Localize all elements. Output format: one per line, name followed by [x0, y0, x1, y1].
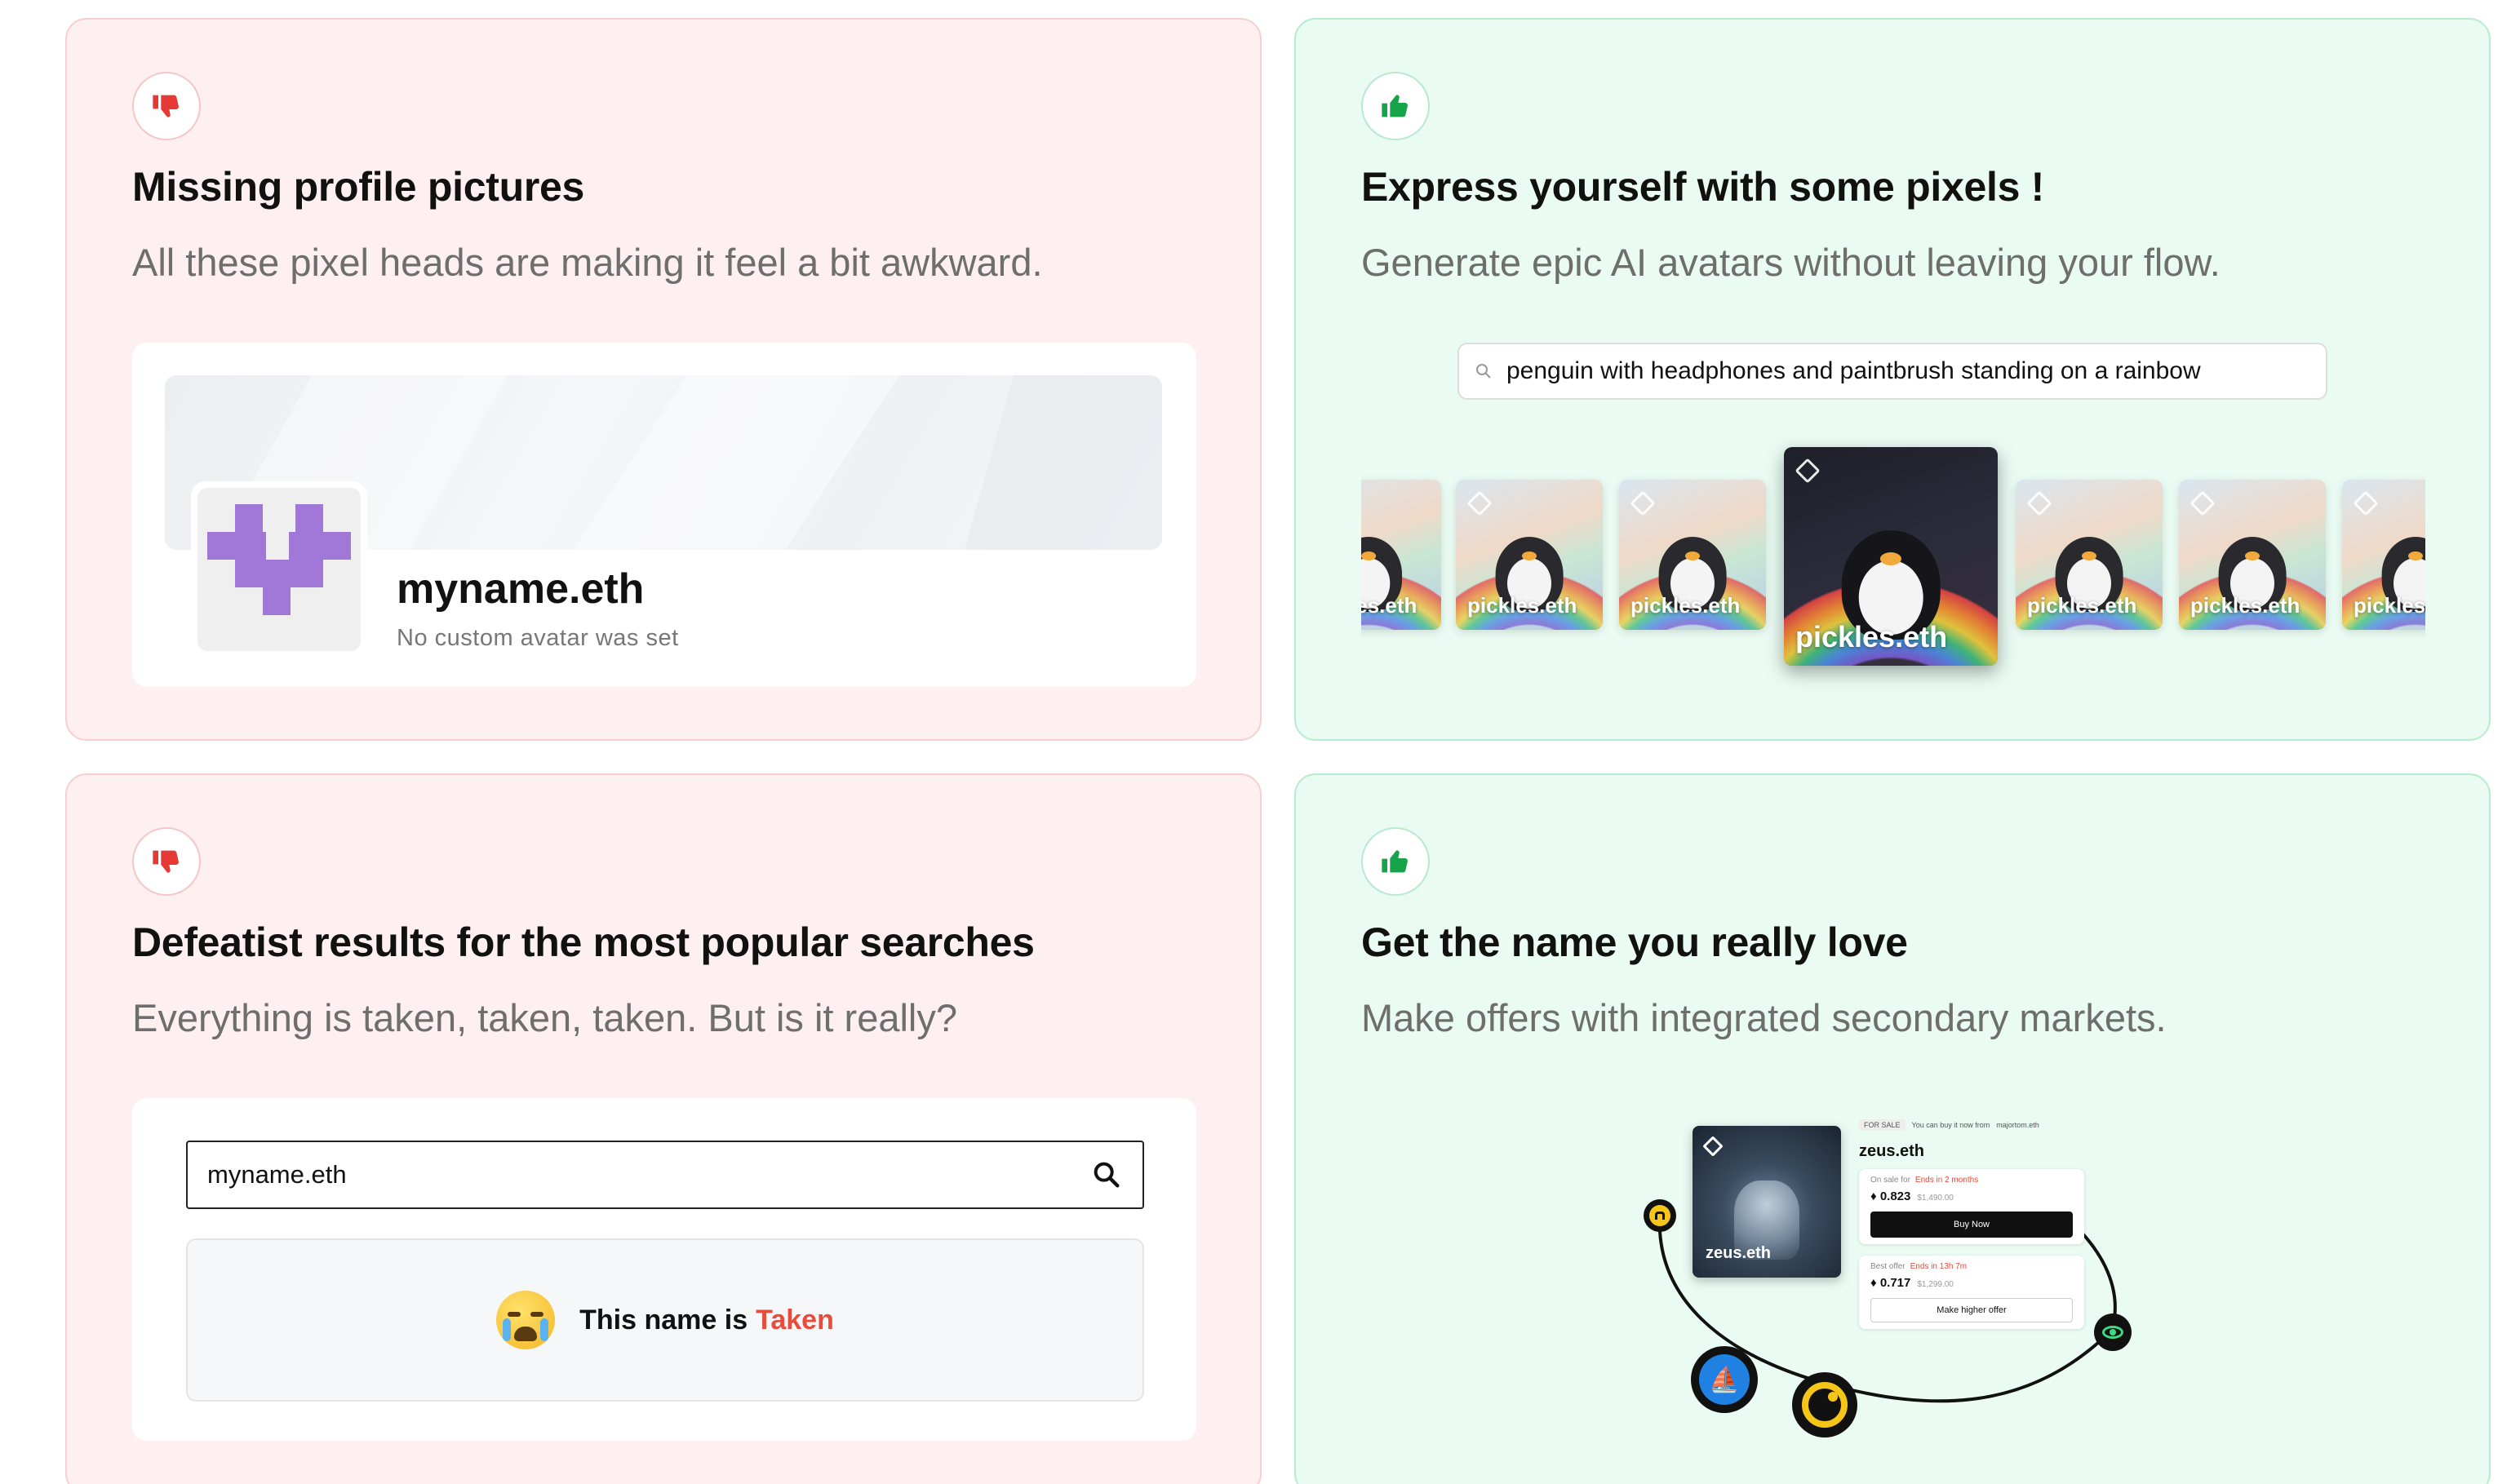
for-sale-tag: FOR SALE [1859, 1119, 1906, 1131]
card-express-yourself: Express yourself with some pixels ! Gene… [1294, 18, 2491, 741]
prompt-text: penguin with headphones and paintbrush s… [1506, 357, 2201, 384]
profile-name: myname.eth [397, 565, 645, 613]
marketplace-illustration: zeus.eth FOR SALE You can buy it now fro… [1622, 1110, 2132, 1460]
result-status: Taken [756, 1304, 834, 1336]
market-logo-eye-icon[interactable] [2094, 1313, 2132, 1351]
market-logo-yellow-icon[interactable] [1644, 1199, 1676, 1232]
avatar-label: pickles.eth [1361, 593, 1418, 618]
avatar-label: pickles.eth [2027, 593, 2137, 618]
nft-label: zeus.eth [1706, 1244, 1772, 1262]
card-subtitle: Generate epic AI avatars without leaving… [1361, 241, 2221, 284]
search-icon[interactable] [1090, 1158, 1123, 1191]
avatar-option[interactable]: pickles.eth [2016, 480, 2163, 630]
avatar-label: pickles.eth [1467, 593, 1577, 618]
avatar-option[interactable]: pickles.eth [2179, 480, 2326, 630]
card-title: Defeatist results for the most popular s… [132, 919, 1035, 965]
eth-icon: ♦ [1870, 1276, 1880, 1290]
thumbs-down-icon [132, 827, 201, 896]
sale-price: 0.823 [1879, 1189, 1911, 1203]
profile-preview: myname.eth No custom avatar was set [132, 343, 1196, 687]
search-preview: myname.eth This name is Taken [132, 1098, 1196, 1441]
thumbs-up-icon [1361, 72, 1430, 140]
avatar-label: pickles.eth [2354, 593, 2425, 618]
avatar-option-selected[interactable]: pickles.eth [1784, 447, 1998, 666]
card-missing-profile: Missing profile pictures All these pixel… [65, 18, 1262, 741]
eth-icon: ♦ [1870, 1189, 1880, 1203]
card-defeatist-results: Defeatist results for the most popular s… [65, 773, 1262, 1484]
offer-label: Best offer [1870, 1262, 1906, 1271]
make-offer-button[interactable]: Make higher offer [1870, 1298, 2073, 1322]
card-title: Missing profile pictures [132, 164, 585, 210]
avatar-carousel: pickles.eth pickles.eth pickles.eth pick… [1361, 411, 2425, 705]
avatar [191, 481, 367, 658]
offer-price: 0.717 [1879, 1276, 1911, 1290]
avatar-option[interactable]: pickles.eth [2342, 480, 2425, 630]
market-logo-ring-icon[interactable] [1792, 1372, 1857, 1437]
opensea-icon[interactable]: ⛵ [1691, 1346, 1758, 1413]
card-get-name: Get the name you really love Make offers… [1294, 773, 2491, 1484]
avatar-option[interactable]: pickles.eth [1456, 480, 1603, 630]
thumbs-up-icon [1361, 827, 1430, 896]
search-icon [1476, 364, 1491, 379]
prompt-input[interactable]: penguin with headphones and paintbrush s… [1457, 343, 2327, 400]
result-text: This name is [579, 1304, 748, 1336]
search-result: This name is Taken [186, 1238, 1144, 1402]
pixel-avatar-icon [197, 488, 361, 651]
offer-ends: Ends in 13h 7m [1910, 1262, 1968, 1271]
avatar-option[interactable]: pickles.eth [1619, 480, 1766, 630]
search-input[interactable]: myname.eth [186, 1141, 1144, 1209]
seller-name[interactable]: majortom.eth [1996, 1121, 2039, 1129]
card-subtitle: Everything is taken, taken, taken. But i… [132, 996, 958, 1039]
card-title: Express yourself with some pixels ! [1361, 164, 2045, 210]
offer-box: Best offer Ends in 13h 7m ♦ 0.717 $1,299.0… [1859, 1256, 2084, 1329]
avatar-label: pickles.eth [2190, 593, 2300, 618]
listing-panel: FOR SALE You can buy it now from majorto… [1859, 1119, 2104, 1329]
card-subtitle: Make offers with integrated secondary ma… [1361, 996, 2167, 1039]
sale-label: On sale for [1870, 1176, 1910, 1185]
crying-face-icon [496, 1291, 556, 1349]
thumbs-down-icon [132, 72, 201, 140]
listing-name: zeus.eth [1859, 1142, 1925, 1160]
sale-usd: $1,490.00 [1917, 1194, 1954, 1203]
buy-note: You can buy it now from [1911, 1121, 1990, 1129]
ens-logo-icon [1702, 1136, 1724, 1157]
card-subtitle: All these pixel heads are making it feel… [132, 241, 1043, 284]
avatar-label: pickles.eth [1630, 593, 1741, 618]
buy-now-button[interactable]: Buy Now [1870, 1212, 2073, 1238]
nft-card[interactable]: zeus.eth [1693, 1126, 1841, 1278]
avatar-label: pickles.eth [1795, 620, 1948, 653]
avatar-option[interactable]: pickles.eth [1361, 480, 1441, 630]
offer-usd: $1,299.00 [1917, 1280, 1954, 1289]
sale-box: On sale for Ends in 2 months ♦ 0.823 $1,49… [1859, 1169, 2084, 1244]
search-value: myname.eth [207, 1160, 347, 1189]
card-title: Get the name you really love [1361, 919, 1908, 965]
profile-note: No custom avatar was set [397, 625, 679, 651]
sale-ends: Ends in 2 months [1914, 1176, 1979, 1185]
